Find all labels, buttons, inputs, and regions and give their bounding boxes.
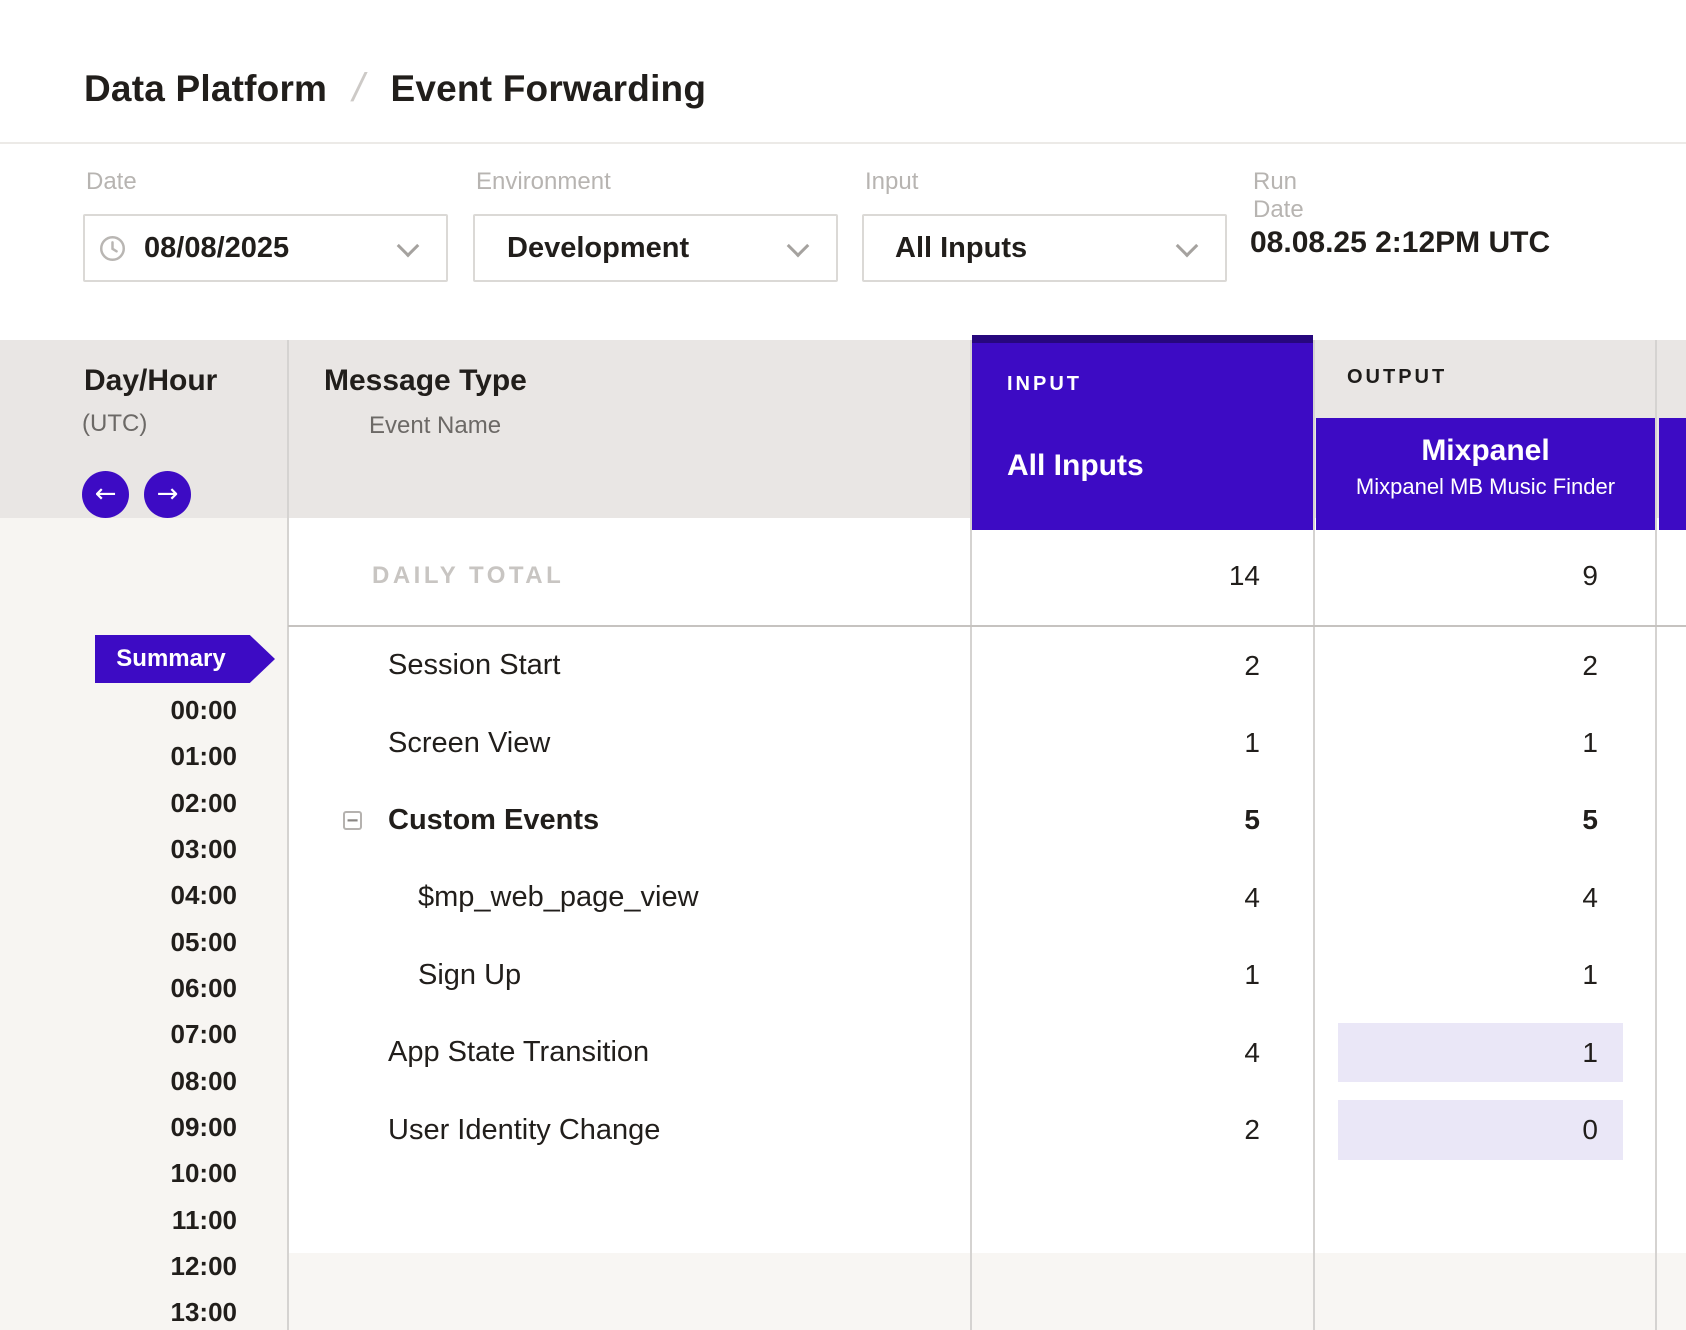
hour-label[interactable]: 00:00: [37, 687, 237, 733]
next-output-column-partial: [1659, 418, 1686, 530]
summary-row-selector[interactable]: Summary: [95, 635, 275, 683]
input-column-header[interactable]: INPUT All Inputs: [972, 335, 1313, 530]
message-type-name: Sign Up: [418, 959, 521, 992]
date-dropdown-value: 08/08/2025: [144, 232, 289, 265]
hour-label[interactable]: 03:00: [37, 826, 237, 872]
message-type-cell: User Identity Change: [288, 1114, 971, 1147]
breadcrumb-event-forwarding: Event Forwarding: [390, 68, 706, 110]
chevron-down-icon: [787, 235, 810, 258]
breadcrumb: Data Platform / Event Forwarding: [84, 66, 706, 111]
run-date-label: Run Date: [1253, 168, 1304, 224]
hour-label[interactable]: 12:00: [37, 1243, 237, 1289]
output-count-cell: 0: [1313, 1091, 1656, 1168]
output-count-cell: 1: [1313, 937, 1656, 1014]
table-row[interactable]: User Identity Change 2 0: [288, 1091, 1686, 1168]
input-dropdown[interactable]: All Inputs: [862, 214, 1227, 282]
output-count-cell: 1: [1313, 704, 1656, 781]
hour-label[interactable]: 01:00: [37, 733, 237, 779]
message-type-cell: Screen View: [288, 727, 971, 760]
arrow-left-icon: ←: [95, 479, 117, 509]
message-type-subtitle: Event Name: [369, 412, 501, 440]
daily-total-label: DAILY TOTAL: [372, 562, 564, 590]
table-row[interactable]: App State Transition 4 1: [288, 1014, 1686, 1091]
mixpanel-column-subtitle: Mixpanel MB Music Finder: [1316, 474, 1655, 500]
table-row[interactable]: Sign Up 1 1: [288, 937, 1686, 1014]
table-footer-area: [288, 1253, 1686, 1330]
output-count-cell: 5: [1313, 782, 1656, 859]
hour-label[interactable]: 05:00: [37, 919, 237, 965]
hour-label[interactable]: 09:00: [37, 1104, 237, 1150]
message-type-cell: − Custom Events: [288, 804, 971, 837]
input-column-name: All Inputs: [1007, 449, 1144, 483]
environment-dropdown[interactable]: Development: [473, 214, 838, 282]
mixpanel-column-name: Mixpanel: [1316, 434, 1655, 468]
input-section-label: INPUT: [1007, 373, 1082, 396]
chevron-down-icon: [1176, 235, 1199, 258]
message-type-cell: $mp_web_page_view: [288, 881, 971, 914]
filter-bar: Date 08/08/2025 Environment Development …: [0, 144, 1686, 340]
mixpanel-column-header[interactable]: Mixpanel Mixpanel MB Music Finder: [1316, 418, 1655, 530]
hour-label[interactable]: 10:00: [37, 1150, 237, 1196]
output-section-label: OUTPUT: [1347, 366, 1447, 389]
day-nav: ← →: [82, 471, 191, 518]
previous-day-button[interactable]: ←: [82, 471, 129, 518]
message-type-name: User Identity Change: [388, 1114, 660, 1147]
input-count-cell: 1: [971, 937, 1313, 1014]
message-type-cell: Session Start: [288, 649, 971, 682]
collapse-minus-icon[interactable]: −: [343, 811, 362, 830]
hour-label[interactable]: 13:00: [37, 1289, 237, 1330]
message-type-name: $mp_web_page_view: [418, 881, 699, 914]
event-forwarding-page: Data Platform / Event Forwarding Date 08…: [0, 0, 1686, 1330]
next-day-button[interactable]: →: [144, 471, 191, 518]
input-count-cell: 2: [971, 1091, 1313, 1168]
topbar: Data Platform / Event Forwarding: [0, 0, 1686, 144]
message-type-name: Custom Events: [388, 804, 599, 837]
input-filter-label: Input: [865, 168, 918, 196]
hour-label[interactable]: 04:00: [37, 872, 237, 918]
environment-dropdown-value: Development: [507, 232, 689, 265]
hour-label[interactable]: 11:00: [37, 1197, 237, 1243]
daily-total-input-value: 14: [972, 560, 1260, 592]
message-type-name: Session Start: [388, 649, 560, 682]
message-rows: Session Start 2 2 Screen View 1 1 − Cust…: [288, 627, 1686, 1169]
hour-label[interactable]: 02:00: [37, 780, 237, 826]
table-row[interactable]: $mp_web_page_view 4 4: [288, 859, 1686, 936]
table-row[interactable]: Screen View 1 1: [288, 704, 1686, 781]
input-count-cell: 2: [971, 627, 1313, 704]
input-count-cell: 1: [971, 704, 1313, 781]
day-hour-subtitle: (UTC): [82, 410, 147, 438]
date-filter-label: Date: [86, 168, 137, 196]
clock-icon: [99, 235, 126, 262]
input-count-cell: 4: [971, 1014, 1313, 1091]
output-count-cell: 2: [1313, 627, 1656, 704]
message-type-name: Screen View: [388, 727, 550, 760]
input-count-cell: 5: [971, 782, 1313, 859]
run-date-value: 08.08.25 2:12PM UTC: [1250, 226, 1550, 260]
day-hour-title: Day/Hour: [84, 364, 217, 398]
input-dropdown-value: All Inputs: [895, 232, 1027, 265]
hour-column: Summary 00:0001:0002:0003:0004:0005:0006…: [0, 518, 288, 1330]
output-count-cell: 4: [1313, 859, 1656, 936]
hour-label[interactable]: 07:00: [37, 1011, 237, 1057]
hour-label[interactable]: 06:00: [37, 965, 237, 1011]
message-type-cell: App State Transition: [288, 1036, 971, 1069]
chevron-down-icon: [397, 235, 420, 258]
breadcrumb-separator: /: [348, 66, 369, 111]
table-row[interactable]: − Custom Events 5 5: [288, 782, 1686, 859]
input-count-cell: 4: [971, 859, 1313, 936]
breadcrumb-data-platform[interactable]: Data Platform: [84, 68, 327, 110]
output-count-cell: 1: [1313, 1014, 1656, 1091]
message-type-name: App State Transition: [388, 1036, 649, 1069]
arrow-right-icon: →: [157, 479, 179, 509]
date-dropdown[interactable]: 08/08/2025: [83, 214, 448, 282]
table-row[interactable]: Session Start 2 2: [288, 627, 1686, 704]
message-type-cell: Sign Up: [288, 959, 971, 992]
environment-filter-label: Environment: [476, 168, 611, 196]
message-type-title: Message Type: [324, 364, 527, 398]
daily-total-output-value: 9: [1315, 560, 1598, 592]
hour-label[interactable]: 08:00: [37, 1058, 237, 1104]
